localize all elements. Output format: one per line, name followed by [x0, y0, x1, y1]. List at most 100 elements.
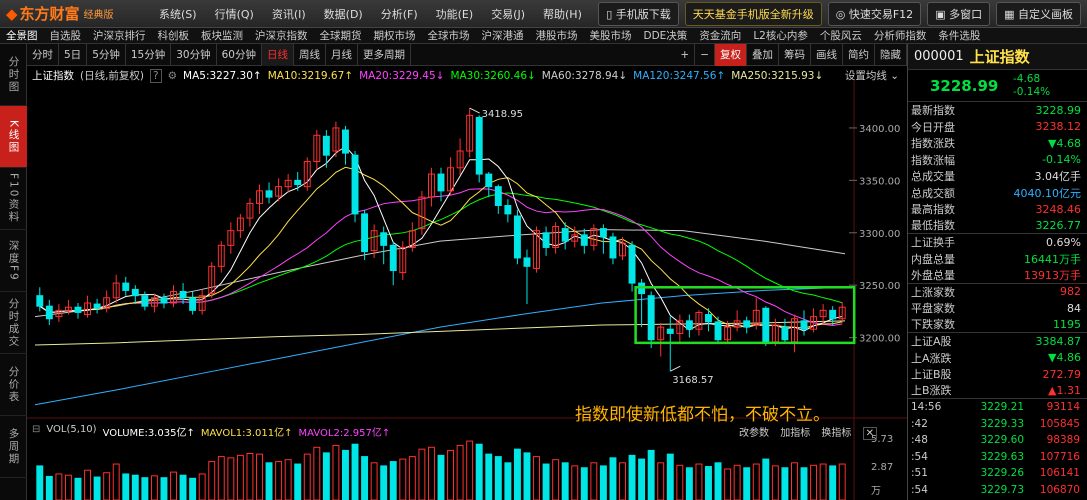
settings-small-icon[interactable]: ⚙: [168, 70, 177, 82]
chart-tool-button[interactable]: 复权: [715, 43, 747, 66]
nav-item[interactable]: 条件选股: [932, 28, 986, 43]
chart-tool-button[interactable]: −: [695, 43, 715, 66]
tick-time: :42: [911, 417, 928, 430]
menu-item[interactable]: 功能(E): [427, 6, 483, 22]
quote-row: 内盘总量 16441万手: [908, 251, 1087, 268]
kline-chart[interactable]: 3400.00 3350.00 3300.00 3250.00 3200.00 3418.…: [27, 66, 907, 500]
nav-item[interactable]: 美股市场: [584, 28, 638, 43]
current-price: 3228.99: [930, 76, 999, 95]
candle-body: [628, 244, 636, 284]
quote-value: 272.79: [1042, 367, 1082, 381]
period-tab[interactable]: 60分钟: [217, 43, 262, 66]
menu-item[interactable]: 帮助(H): [534, 6, 591, 22]
nav-item[interactable]: L2核心内参: [747, 28, 814, 43]
chart-tool-button[interactable]: 隐藏: [875, 43, 907, 66]
volume-bar: [590, 462, 598, 500]
volume-bar: [380, 465, 388, 500]
nav-item[interactable]: 全球期货: [314, 28, 368, 43]
nav-item[interactable]: 科创板: [152, 28, 196, 43]
logo-icon: ◆: [6, 4, 18, 23]
left-nav-item[interactable]: 多周期: [0, 416, 27, 478]
period-tab[interactable]: 日线: [262, 43, 294, 66]
period-tab[interactable]: 更多周期: [358, 43, 411, 66]
nav-item[interactable]: 期权市场: [368, 28, 422, 43]
nav-item[interactable]: 自选股: [44, 28, 88, 43]
left-nav-label: 多周期: [7, 427, 20, 466]
menu-item[interactable]: 资讯(I): [263, 6, 315, 22]
volume-bar: [485, 453, 493, 500]
left-nav-item[interactable]: 深度F9: [0, 230, 27, 292]
change-params-button[interactable]: 改参数: [739, 428, 769, 439]
candle-body: [829, 309, 837, 320]
menu-item[interactable]: 数据(D): [315, 6, 372, 22]
left-nav-item[interactable]: K线图: [0, 106, 27, 168]
volume-bar: [275, 461, 283, 500]
period-tab[interactable]: 分时: [27, 43, 59, 66]
nav-item[interactable]: 全球市场: [422, 28, 476, 43]
period-tab[interactable]: 周线: [294, 43, 326, 66]
change-pct: -0.14%: [1013, 85, 1051, 98]
left-nav-item[interactable]: 分时成交: [0, 292, 27, 354]
nav-item[interactable]: 板块监测: [195, 28, 249, 43]
quick-trade-button[interactable]: ◎ 快速交易F12: [827, 1, 922, 26]
volume-bar: [810, 464, 818, 500]
nav-item[interactable]: 沪深京指数: [249, 28, 314, 43]
chart-tool-button[interactable]: 简约: [843, 43, 875, 66]
volume-bar: [198, 473, 206, 500]
menu-item[interactable]: 交易(J): [482, 6, 534, 22]
volume-bar: [599, 465, 607, 500]
nav-item[interactable]: 分析师指数: [868, 28, 933, 43]
period-tab[interactable]: 月线: [326, 43, 358, 66]
tick-volume: 106141: [1039, 467, 1080, 480]
custom-board-button[interactable]: ▦ 自定义画板: [996, 1, 1081, 26]
quote-label: 最新指数: [911, 104, 955, 118]
quote-row: 上涨家数 982: [908, 284, 1087, 301]
chart-tool-button[interactable]: +: [675, 43, 696, 66]
help-icon[interactable]: ?: [150, 68, 162, 83]
candle-body: [599, 228, 607, 238]
high-label: 3418.95: [482, 109, 523, 120]
nav-item[interactable]: DDE决策: [638, 28, 694, 43]
promo-banner-button[interactable]: 天天基金手机版全新升级: [684, 1, 822, 26]
chart-tool-button[interactable]: 筹码: [779, 43, 811, 66]
left-nav-item[interactable]: 分价表: [0, 354, 27, 416]
chart-tool-button[interactable]: 叠加: [747, 43, 779, 66]
period-tab[interactable]: 30分钟: [171, 43, 217, 66]
add-indicator-button[interactable]: 加指标: [780, 428, 810, 439]
volume-bar: [55, 473, 63, 500]
left-nav-item[interactable]: F10资料: [0, 168, 27, 230]
ma-settings-button[interactable]: 设置均线 ⌄: [845, 68, 899, 83]
volume-bar: [399, 458, 407, 500]
nav-item[interactable]: 全景图: [0, 28, 44, 43]
candle-body: [542, 232, 550, 248]
switch-indicator-button[interactable]: 换指标: [821, 428, 851, 439]
nav-item[interactable]: 资金流向: [693, 28, 747, 43]
volume-bar: [170, 471, 177, 500]
nav-item[interactable]: 个股风云: [814, 28, 868, 43]
tick-time: 14:56: [911, 401, 942, 414]
volume-bar: [523, 452, 531, 500]
menu-item[interactable]: 系统(S): [150, 6, 206, 22]
nav-item[interactable]: 港股市场: [530, 28, 584, 43]
menu-item[interactable]: 行情(Q): [206, 6, 263, 22]
chart-tool-button[interactable]: 画线: [811, 43, 843, 66]
period-tab[interactable]: 5日: [59, 43, 88, 66]
quote-row: 指数涨跌 ▼4.68: [908, 135, 1087, 152]
vol-collapse-icon[interactable]: ⊟: [32, 424, 40, 439]
ma-legend-item: MA20:3229.45↓: [359, 69, 445, 82]
candle-body: [609, 236, 617, 259]
mobile-download-button[interactable]: ▯ 手机版下载: [598, 1, 679, 26]
volume-bar: [609, 457, 617, 500]
nav-item[interactable]: 沪深京排行: [87, 28, 152, 43]
menu-item[interactable]: 分析(F): [372, 6, 427, 22]
quick-trade-label: 快速交易F12: [848, 7, 914, 21]
tick-list[interactable]: 14:56 3229.21 93114:42 3229.33 105845:48 3229…: [908, 399, 1087, 498]
multi-window-button[interactable]: ▣ 多窗口: [927, 1, 991, 26]
period-tab[interactable]: 15分钟: [126, 43, 172, 66]
close-icon[interactable]: ✕: [862, 427, 877, 440]
volume-bar: [408, 456, 416, 500]
period-tab[interactable]: 5分钟: [87, 43, 126, 66]
nav-item[interactable]: 沪深港通: [476, 28, 530, 43]
left-nav-item[interactable]: 分时图: [0, 44, 27, 106]
volume-bar: [427, 446, 435, 500]
